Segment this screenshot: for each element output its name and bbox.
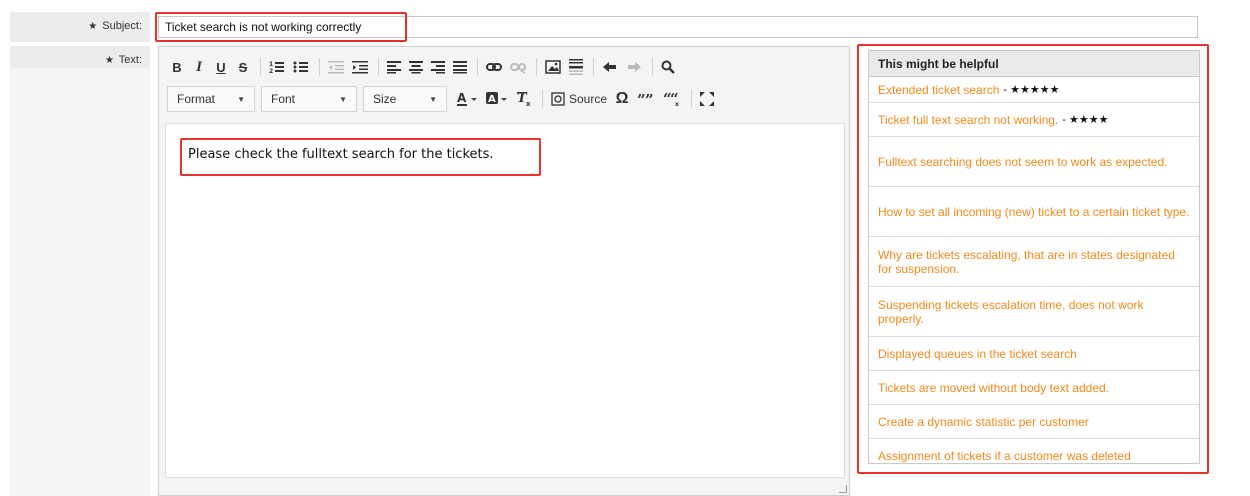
toolbar-separator — [477, 58, 478, 76]
svg-text:A: A — [488, 94, 496, 105]
format-dropdown[interactable]: Format ▼ — [167, 86, 255, 112]
indent-icon[interactable] — [349, 56, 371, 78]
resize-handle[interactable] — [839, 485, 847, 493]
chevron-down-icon: ▼ — [237, 94, 245, 104]
remove-blockquote-icon[interactable]: ““x — [660, 88, 684, 110]
source-button[interactable]: Source — [548, 88, 610, 110]
text-label: ★ Text: — [10, 46, 150, 496]
help-article-link[interactable]: Displayed queues in the ticket search — [878, 347, 1077, 361]
svg-text:x: x — [675, 101, 679, 106]
editor-body-text: Please check the fulltext search for the… — [188, 147, 494, 162]
bulleted-list-icon[interactable] — [290, 56, 312, 78]
rating-stars: - ★★★★ — [1062, 113, 1109, 126]
bold-button[interactable]: B — [167, 56, 187, 78]
required-marker: ★ — [104, 55, 114, 66]
svg-text:A: A — [457, 91, 467, 105]
toolbar-row-2: Format ▼ Font ▼ Size ▼ A A Tx Source Ω ”… — [167, 85, 719, 113]
unlink-icon[interactable] — [507, 56, 529, 78]
help-list-item[interactable]: Tickets are moved without body text adde… — [869, 371, 1199, 405]
help-list-item[interactable]: How to set all incoming (new) ticket to … — [869, 187, 1199, 237]
helpful-panel-title: This might be helpful — [869, 51, 1199, 77]
font-dropdown[interactable]: Font ▼ — [261, 86, 357, 112]
link-icon[interactable] — [483, 56, 505, 78]
toolbar-separator — [536, 58, 537, 76]
toolbar-row-1: B I U S 12 — [167, 53, 680, 81]
toolbar-separator — [593, 58, 594, 76]
help-list-item[interactable]: Extended ticket search - ★★★★★ — [869, 77, 1199, 103]
image-icon[interactable] — [542, 56, 564, 78]
svg-text:1: 1 — [269, 61, 273, 68]
strikethrough-button[interactable]: S — [233, 56, 253, 78]
search-icon[interactable] — [658, 56, 678, 78]
align-left-icon[interactable] — [384, 56, 404, 78]
help-list-item[interactable]: Suspending tickets escalation time, does… — [869, 287, 1199, 337]
help-list-item[interactable]: Fulltext searching does not seem to work… — [869, 137, 1199, 187]
blockquote-icon[interactable]: ”” — [634, 88, 658, 110]
editor-content-area[interactable]: Please check the fulltext search for the… — [165, 123, 845, 478]
help-article-link[interactable]: Create a dynamic statistic per customer — [878, 415, 1089, 429]
chevron-down-icon: ▼ — [339, 94, 347, 104]
subject-input[interactable] — [158, 16, 1198, 38]
help-article-link[interactable]: How to set all incoming (new) ticket to … — [878, 205, 1189, 219]
help-article-link[interactable]: Ticket full text search not working. — [878, 113, 1058, 127]
underline-button[interactable]: U — [211, 56, 231, 78]
rich-text-editor: B I U S 12 Format ▼ Font ▼ Size ▼ A A T … — [158, 46, 850, 496]
align-center-icon[interactable] — [406, 56, 426, 78]
helpful-articles-panel: This might be helpful Extended ticket se… — [868, 50, 1200, 464]
svg-text:”: ” — [645, 92, 654, 106]
svg-text:x: x — [526, 100, 531, 107]
subject-label: ★ Subject: — [10, 12, 150, 42]
outdent-icon[interactable] — [325, 56, 347, 78]
help-list-item[interactable]: Displayed queues in the ticket search — [869, 337, 1199, 371]
help-article-link[interactable]: Assignment of tickets if a customer was … — [878, 449, 1131, 463]
rating-stars: - ★★★★★ — [1003, 83, 1060, 96]
help-article-link[interactable]: Fulltext searching does not seem to work… — [878, 155, 1167, 169]
redo-icon[interactable] — [623, 56, 645, 78]
toolbar-separator — [260, 58, 261, 76]
justify-icon[interactable] — [450, 56, 470, 78]
toolbar-separator — [542, 90, 543, 108]
italic-button[interactable]: I — [189, 56, 209, 78]
remove-format-icon[interactable]: Tx — [513, 88, 535, 110]
toolbar-separator — [652, 58, 653, 76]
horizontal-line-icon[interactable] — [566, 56, 586, 78]
undo-icon[interactable] — [599, 56, 621, 78]
toolbar-separator — [691, 90, 693, 108]
maximize-icon[interactable] — [697, 88, 717, 110]
help-list-item[interactable]: Assignment of tickets if a customer was … — [869, 439, 1199, 473]
align-right-icon[interactable] — [428, 56, 448, 78]
size-dropdown[interactable]: Size ▼ — [363, 86, 447, 112]
required-marker: ★ — [88, 21, 98, 32]
svg-text:2: 2 — [269, 68, 273, 74]
text-color-icon[interactable]: A — [453, 88, 481, 110]
help-article-link[interactable]: Suspending tickets escalation time, does… — [878, 298, 1190, 326]
help-list-item[interactable]: Why are tickets escalating, that are in … — [869, 237, 1199, 287]
special-character-icon[interactable]: Ω — [612, 88, 632, 110]
chevron-down-icon: ▼ — [429, 94, 437, 104]
help-article-link[interactable]: Why are tickets escalating, that are in … — [878, 248, 1190, 276]
background-color-icon[interactable]: A — [483, 88, 511, 110]
toolbar-separator — [378, 58, 379, 76]
help-article-link[interactable]: Extended ticket search — [878, 83, 999, 97]
help-list-item[interactable]: Create a dynamic statistic per customer — [869, 405, 1199, 439]
numbered-list-icon[interactable]: 12 — [266, 56, 288, 78]
toolbar-separator — [319, 58, 320, 76]
help-article-link[interactable]: Tickets are moved without body text adde… — [878, 381, 1109, 395]
help-list-item[interactable]: Ticket full text search not working. - ★… — [869, 103, 1199, 137]
